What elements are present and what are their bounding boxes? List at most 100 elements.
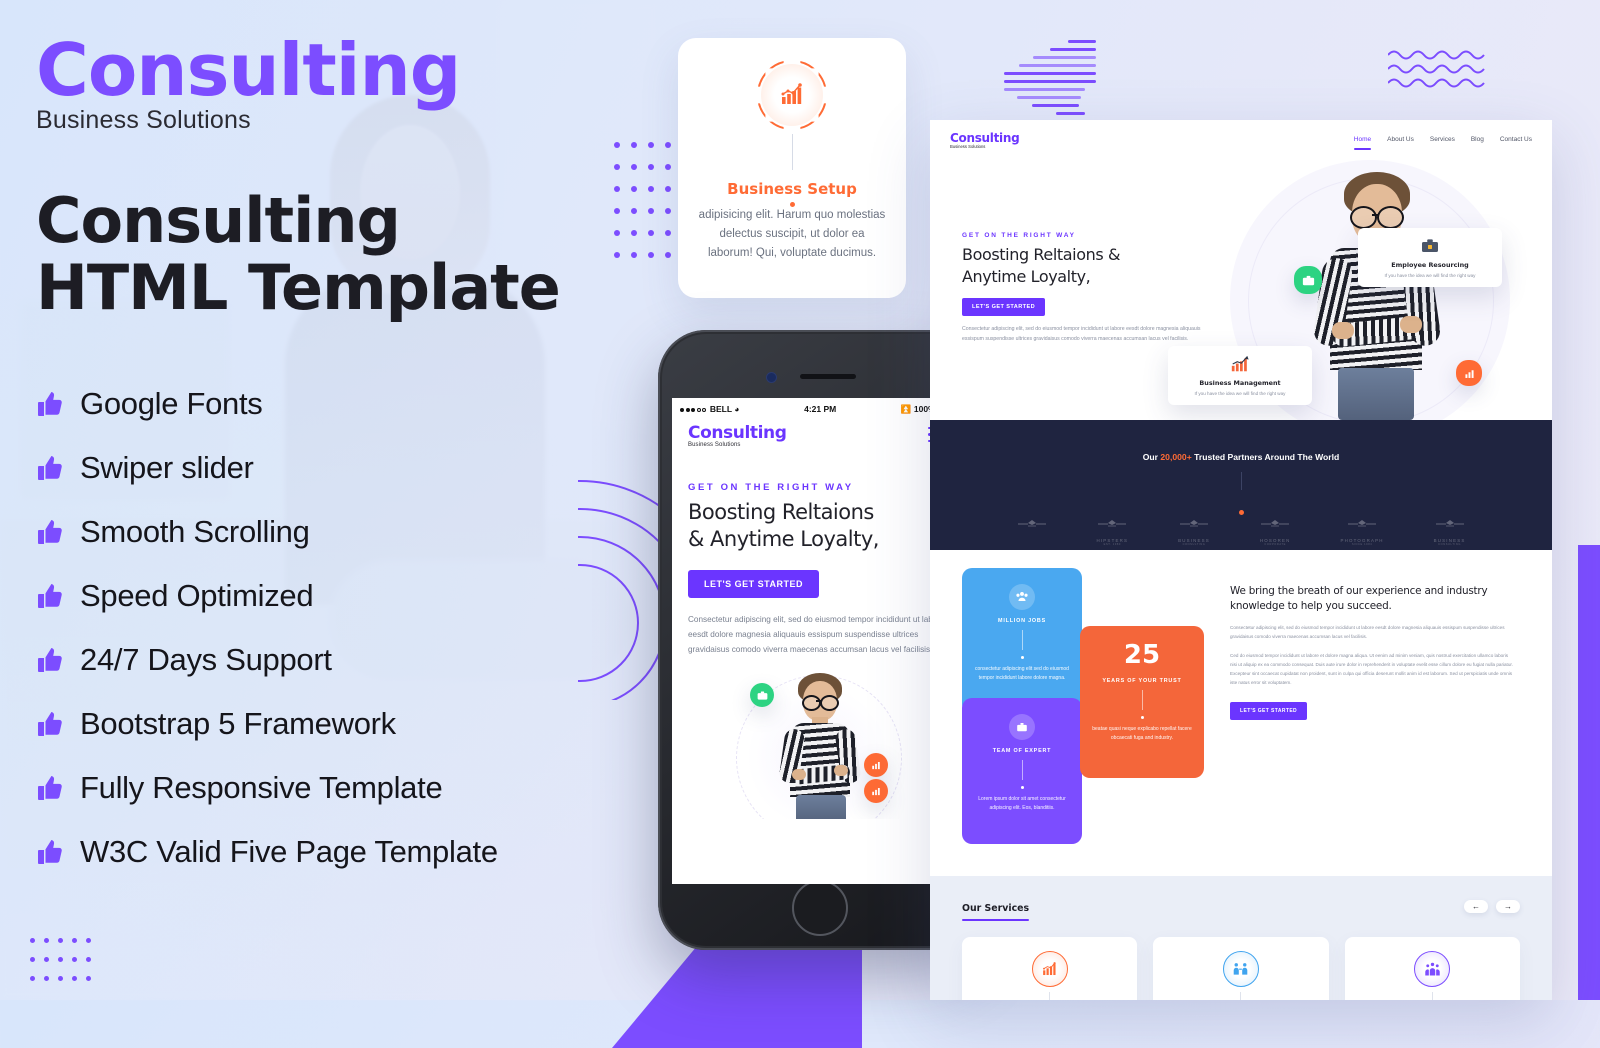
- feature-item: 24/7 Days Support: [36, 628, 616, 692]
- desktop-hero-cta[interactable]: LET'S GET STARTED: [962, 298, 1046, 316]
- desktop-hero-eyebrow: GET ON THE RIGHT WAY: [962, 232, 1076, 239]
- desktop-hero-title: Boosting Reltaions & Anytime Loyalty,: [962, 244, 1120, 287]
- desktop-logo[interactable]: Consulting Business Solutions: [950, 131, 1020, 149]
- thumbs-up-icon: [36, 454, 64, 482]
- connector-dot: [790, 202, 795, 207]
- phone-speaker: [800, 374, 856, 379]
- thumbs-up-icon: [36, 774, 64, 802]
- desktop-nav-item-home[interactable]: Home: [1353, 136, 1372, 150]
- desktop-navbar: Consulting Business Solutions Home About …: [930, 120, 1552, 150]
- partner-sub: SINCE 1984: [1351, 543, 1373, 546]
- feature-list: Google Fonts Swiper slider Smooth Scrollin…: [36, 372, 616, 884]
- about-heading: We bring the breath of our experience an…: [1230, 585, 1488, 613]
- phone-logo-name: Consulting: [688, 423, 787, 443]
- chart-icon-badge-desktop: [1456, 360, 1482, 386]
- stat-label-0: MILLION JOBS: [998, 618, 1046, 624]
- desktop-nav-item-blog[interactable]: Blog: [1471, 136, 1484, 143]
- partner-sub: CORPORATE: [1264, 543, 1287, 546]
- partner-sub: CONSULTING: [1182, 543, 1206, 546]
- wave-lines-decoration: [1388, 50, 1485, 88]
- desktop-nav-item-services[interactable]: Services: [1430, 136, 1455, 143]
- feature-label: Bootstrap 5 Framework: [80, 706, 396, 741]
- thumbs-up-icon: [36, 710, 64, 738]
- desktop-logo-name: Consulting: [950, 131, 1020, 145]
- feature-item: W3C Valid Five Page Template: [36, 820, 616, 884]
- partner-logo-row: HIPSTERS EST. 1980 BUSINESS CONSULTING HOSOR…: [930, 518, 1552, 546]
- feature-label: Speed Optimized: [80, 578, 314, 613]
- partner-logo: BUSINESS CONSULTING: [1178, 518, 1210, 546]
- feature-label: Swiper slider: [80, 450, 254, 485]
- services-card-row: Business SetupPlacement ConsultingStrate…: [962, 937, 1520, 1000]
- desktop-stats-section: MILLION JOBS consectetur adipiscing elit…: [930, 550, 1552, 876]
- team-group-icon: [1414, 951, 1451, 987]
- briefcase-icon-badge-desktop: [1294, 266, 1322, 294]
- desktop-mockup: Consulting Business Solutions Home About …: [930, 120, 1552, 1000]
- partners-headline: Our 20,000+ Trusted Partners Around The …: [930, 420, 1552, 462]
- purple-right-bar: [1578, 545, 1600, 1000]
- partner-logo: [1017, 518, 1047, 546]
- thumbs-up-icon: [36, 646, 64, 674]
- briefcase-icon: [1368, 236, 1492, 261]
- arrow-left-icon[interactable]: ←: [1464, 900, 1488, 913]
- desktop-nav-item-about-us[interactable]: About Us: [1387, 136, 1414, 143]
- business-setup-body: adipisicing elit. Harum quo molestias de…: [698, 209, 886, 259]
- feature-item: Bootstrap 5 Framework: [36, 692, 616, 756]
- phone-hero-title-line1: Boosting Reltaions: [688, 500, 874, 524]
- service-card[interactable]: Placement Consulting: [1153, 937, 1329, 1000]
- desktop-partners-section: Our 20,000+ Trusted Partners Around The …: [930, 420, 1552, 550]
- float-card-business-management: Business Management If you have the idea…: [1168, 346, 1312, 406]
- services-carousel-controls: ← →: [1464, 900, 1520, 913]
- about-cta-button[interactable]: LET'S GET STARTED: [1230, 701, 1308, 720]
- desktop-hero-title-line2: Anytime Loyalty,: [962, 266, 1091, 286]
- desktop-nav-menu: Home About Us Services Blog Contact Us: [1353, 132, 1532, 150]
- bar-chart-growth-icon: [1031, 951, 1068, 987]
- business-setup-card: Business Setup adipisicing elit. Harum q…: [678, 38, 906, 298]
- briefcase-icon-badge: [750, 683, 774, 708]
- float-card-sub-2: If you have the idea we will find the ri…: [1194, 391, 1286, 396]
- stat-label-2: YEARS OF YOUR TRUST: [1102, 678, 1182, 684]
- phone-logo[interactable]: Consulting Business Solutions: [688, 423, 787, 449]
- feature-label: W3C Valid Five Page Template: [80, 834, 498, 869]
- phone-home-button[interactable]: [792, 880, 848, 936]
- feature-label: Fully Responsive Template: [80, 770, 443, 805]
- phone-screen: BELL ◕ 4:21 PM ⏫ 100% Consulting Busines…: [672, 398, 964, 884]
- partner-logo: HOSOREN CORPORATE: [1260, 518, 1291, 546]
- service-card[interactable]: Business Setup: [962, 937, 1138, 1000]
- brand-name: Consulting: [36, 28, 461, 112]
- desktop-hero-title-line1: Boosting Reltaions &: [962, 245, 1121, 264]
- phone-hero-paragraph: Consectetur adipiscing elit, sed do eius…: [688, 614, 945, 654]
- thumbs-up-icon: [36, 390, 64, 418]
- feature-item: Speed Optimized: [36, 564, 616, 628]
- bar-stack-decoration: [1004, 40, 1096, 120]
- partner-sub: CONSULTING: [1438, 543, 1461, 546]
- desktop-nav-item-contact-us[interactable]: Contact Us: [1500, 136, 1532, 143]
- feature-label: Smooth Scrolling: [80, 514, 310, 549]
- partners-post: Trusted Partners Around The World: [1191, 452, 1340, 462]
- desktop-hero-paragraph: Consectetur adipiscing elit, sed do eius…: [962, 326, 1201, 343]
- float-card-title-1: Employee Resourcing: [1391, 261, 1469, 269]
- stat-text-2: beatae quasi neque explicabo repellat fa…: [1092, 726, 1192, 742]
- stat-card-team-of-expert: TEAM OF EXPERT Lorem ipsum dolor sit ame…: [962, 698, 1082, 844]
- partner-sub: EST. 1980: [1103, 543, 1121, 546]
- bluetooth-icon: ⏫: [900, 403, 912, 414]
- phone-camera: [766, 372, 777, 383]
- service-card[interactable]: Strategic Consulting: [1344, 937, 1520, 1000]
- partner-logo: PHOTOGRAPH SINCE 1984: [1341, 518, 1384, 546]
- clock: 4:21 PM: [804, 404, 837, 414]
- dot-grid-decoration: [614, 142, 688, 274]
- float-card-employee-resourcing: Employee Resourcing If you have the idea…: [1358, 228, 1502, 288]
- feature-item: Fully Responsive Template: [36, 756, 616, 820]
- float-card-sub-1: If you have the idea we will find the ri…: [1384, 273, 1476, 278]
- page-title-line1: Consulting: [36, 184, 401, 257]
- phone-navbar: Consulting Business Solutions: [672, 417, 964, 448]
- partners-pre: Our: [1142, 452, 1161, 462]
- stat-label-1: TEAM OF EXPERT: [992, 748, 1052, 754]
- briefcase-icon-stat: [1009, 714, 1035, 740]
- phone-hero-image: [672, 669, 964, 820]
- thumbs-up-icon: [36, 838, 64, 866]
- people-meeting-icon: [1222, 951, 1259, 987]
- phone-eyebrow: GET ON THE RIGHT WAY: [688, 482, 854, 493]
- phone-cta-button[interactable]: LET'S GET STARTED: [688, 569, 819, 598]
- arrow-right-icon[interactable]: →: [1496, 900, 1520, 913]
- desktop-hero-section: Consulting Business Solutions Home About …: [930, 120, 1552, 420]
